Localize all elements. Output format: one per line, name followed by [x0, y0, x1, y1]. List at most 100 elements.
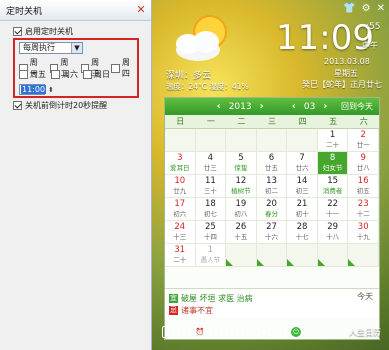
calendar-day-cell[interactable]: 22 十一 — [317, 198, 349, 221]
day-number: 23 — [357, 199, 369, 209]
calendar-grid: 1 二十 2 廿一 3 爱耳日 4 廿三 5 惊蛰 6 廿五 7 廿六 8 妇女节 9 廿八 10 廿九 11 三十 12 植… — [165, 129, 379, 267]
calendar-day-cell[interactable]: 26 十五 — [226, 221, 257, 244]
calendar-month[interactable]: 03 — [304, 102, 315, 112]
close-icon[interactable]: ✕ — [377, 3, 385, 14]
calendar-day-cell[interactable]: 8 妇女节 — [317, 152, 349, 175]
power-icon[interactable]: ⏻ — [290, 326, 302, 338]
calendar-day-cell[interactable]: 16 初五 — [348, 175, 379, 198]
calendar-day-cell[interactable]: 1 愚人节 — [195, 244, 227, 267]
weather-icon[interactable]: ☁ — [162, 326, 174, 338]
calendar-empty-cell — [195, 129, 227, 152]
day-number: 28 — [296, 222, 308, 232]
close-icon[interactable]: ✕ — [135, 4, 147, 16]
day-sat-checkbox[interactable] — [51, 70, 60, 79]
lunar-day: 十二 — [356, 210, 370, 218]
day-thu-checkbox[interactable] — [111, 63, 120, 73]
calendar-day-cell[interactable]: 18 初七 — [195, 198, 227, 221]
calendar-day-cell[interactable]: 10 廿九 — [165, 175, 196, 198]
lunar-day: 十五 — [234, 233, 248, 241]
day-number: 10 — [174, 176, 186, 186]
calendar-day-cell[interactable]: 31 二十 — [165, 244, 196, 267]
calendar-day-cell[interactable]: 7 廿六 — [287, 152, 318, 175]
enable-shutdown-checkbox[interactable] — [13, 27, 22, 36]
notify-row[interactable]: 关机前倒计时20秒提醒 — [13, 100, 107, 111]
temperature-humidity: 温度：24°C 湿度：41% — [166, 82, 249, 91]
calendar-day-cell[interactable]: 28 十七 — [287, 221, 318, 244]
life-calendar-label[interactable]: 人生日历 — [349, 327, 381, 338]
prev-month-icon[interactable]: ‹ — [292, 101, 296, 112]
chevron-down-icon[interactable]: ▼ — [71, 43, 82, 53]
almanac-ji: 忌 诸事不宜 — [169, 305, 213, 316]
time-picker[interactable]: 11:00 ⬍ — [19, 84, 54, 95]
calendar-day-cell[interactable]: 5 惊蛰 — [226, 152, 257, 175]
day-sun[interactable]: 周日 — [83, 69, 110, 80]
calendar-day-cell[interactable]: 30 十九 — [348, 221, 379, 244]
clock-seconds: :55 — [366, 22, 381, 32]
day-number: 21 — [296, 199, 308, 209]
lunar-day: 廿六 — [295, 164, 309, 172]
calendar-day-cell[interactable]: 13 初二 — [256, 175, 288, 198]
calendar-year[interactable]: 2013 — [229, 102, 252, 112]
weekday-label: 六 — [359, 117, 368, 126]
day-number: 27 — [266, 222, 277, 232]
sun-cloud-icon — [176, 15, 227, 61]
lunar-day: 廿八 — [356, 164, 370, 172]
calendar-day-cell[interactable]: 15 消费者 — [317, 175, 349, 198]
calendar-day-cell[interactable]: 3 爱耳日 — [165, 152, 196, 175]
repeat-select[interactable]: 每周执行 ▼ — [19, 42, 83, 54]
calendar-day-cell[interactable]: 27 十六 — [256, 221, 288, 244]
calendar-day-cell[interactable]: 29 十八 — [317, 221, 349, 244]
day-fri-checkbox[interactable] — [19, 70, 28, 79]
video-icon[interactable]: ▶ — [274, 326, 286, 338]
calendar-day-cell[interactable]: 14 初三 — [287, 175, 318, 198]
time-input[interactable]: 11:00 — [19, 84, 47, 95]
calendar-day-cell[interactable]: 24 十三 — [165, 221, 196, 244]
calendar-day-cell[interactable]: 21 初十 — [287, 198, 318, 221]
top-icons: 👕 ⚙ ✕ — [343, 3, 385, 14]
world-clock-icon[interactable]: ◷ — [226, 326, 238, 338]
calendar-day-cell[interactable]: 25 十四 — [195, 221, 227, 244]
almanac-ji-text: 诸事不宜 — [181, 306, 213, 315]
calculator-icon[interactable]: ▦ — [242, 326, 254, 338]
day-number: 4 — [207, 153, 214, 163]
calendar-day-cell[interactable]: 1 二十 — [317, 129, 349, 152]
calendar-day-cell[interactable]: 19 初八 — [226, 198, 257, 221]
calendar-day-cell[interactable]: 23 十二 — [348, 198, 379, 221]
clock-ampm: 中午 — [362, 41, 378, 50]
day-fri[interactable]: 周五 — [19, 69, 46, 80]
dialog-titlebar: 定时关机 ✕ — [0, 0, 151, 21]
day-number: 6 — [268, 153, 275, 163]
calendar-day-cell[interactable]: 12 植树节 — [226, 175, 257, 198]
day-number: 9 — [360, 153, 366, 163]
currency-icon[interactable]: ¥ — [210, 326, 222, 338]
today-label: 今天 — [357, 292, 373, 301]
lunar-day: 初十 — [295, 210, 309, 218]
next-year-icon[interactable]: › — [260, 101, 264, 112]
calendar-day-cell[interactable]: 6 廿五 — [256, 152, 288, 175]
ji-badge: 忌 — [169, 306, 178, 315]
calendar-day-cell[interactable]: 9 廿八 — [348, 152, 379, 175]
notify-checkbox[interactable] — [13, 101, 22, 110]
back-to-today-button[interactable]: 回到今天 — [341, 101, 373, 112]
day-sun-checkbox[interactable] — [83, 70, 92, 79]
calendar-empty-cell — [226, 244, 257, 267]
calendar-day-cell[interactable]: 17 初六 — [165, 198, 196, 221]
alarm-icon[interactable]: ⏰ — [194, 326, 206, 338]
spinner-icon[interactable]: ⬍ — [48, 86, 54, 94]
calendar-day-cell[interactable]: 11 三十 — [195, 175, 227, 198]
shirt-icon[interactable]: 👕 — [343, 3, 355, 14]
gear-icon[interactable]: ⚙ — [362, 3, 371, 14]
calendar-day-cell[interactable]: 20 春分 — [256, 198, 288, 221]
notes-icon[interactable]: ✎ — [178, 326, 190, 338]
calendar-day-cell[interactable]: 4 廿三 — [195, 152, 227, 175]
next-month-icon[interactable]: › — [323, 101, 327, 112]
photo-icon[interactable]: ▣ — [258, 326, 270, 338]
calendar-day-cell[interactable]: 2 廿一 — [348, 129, 379, 152]
prev-year-icon[interactable]: ‹ — [217, 101, 221, 112]
lunar-day: 愚人节 — [200, 256, 221, 264]
day-sat[interactable]: 周六 — [51, 69, 78, 80]
calendar-empty-cell — [348, 244, 379, 267]
calendar-empty-cell — [317, 244, 349, 267]
day-thu[interactable]: 周四 — [111, 57, 137, 79]
enable-shutdown-row[interactable]: 启用定时关机 — [13, 26, 73, 37]
